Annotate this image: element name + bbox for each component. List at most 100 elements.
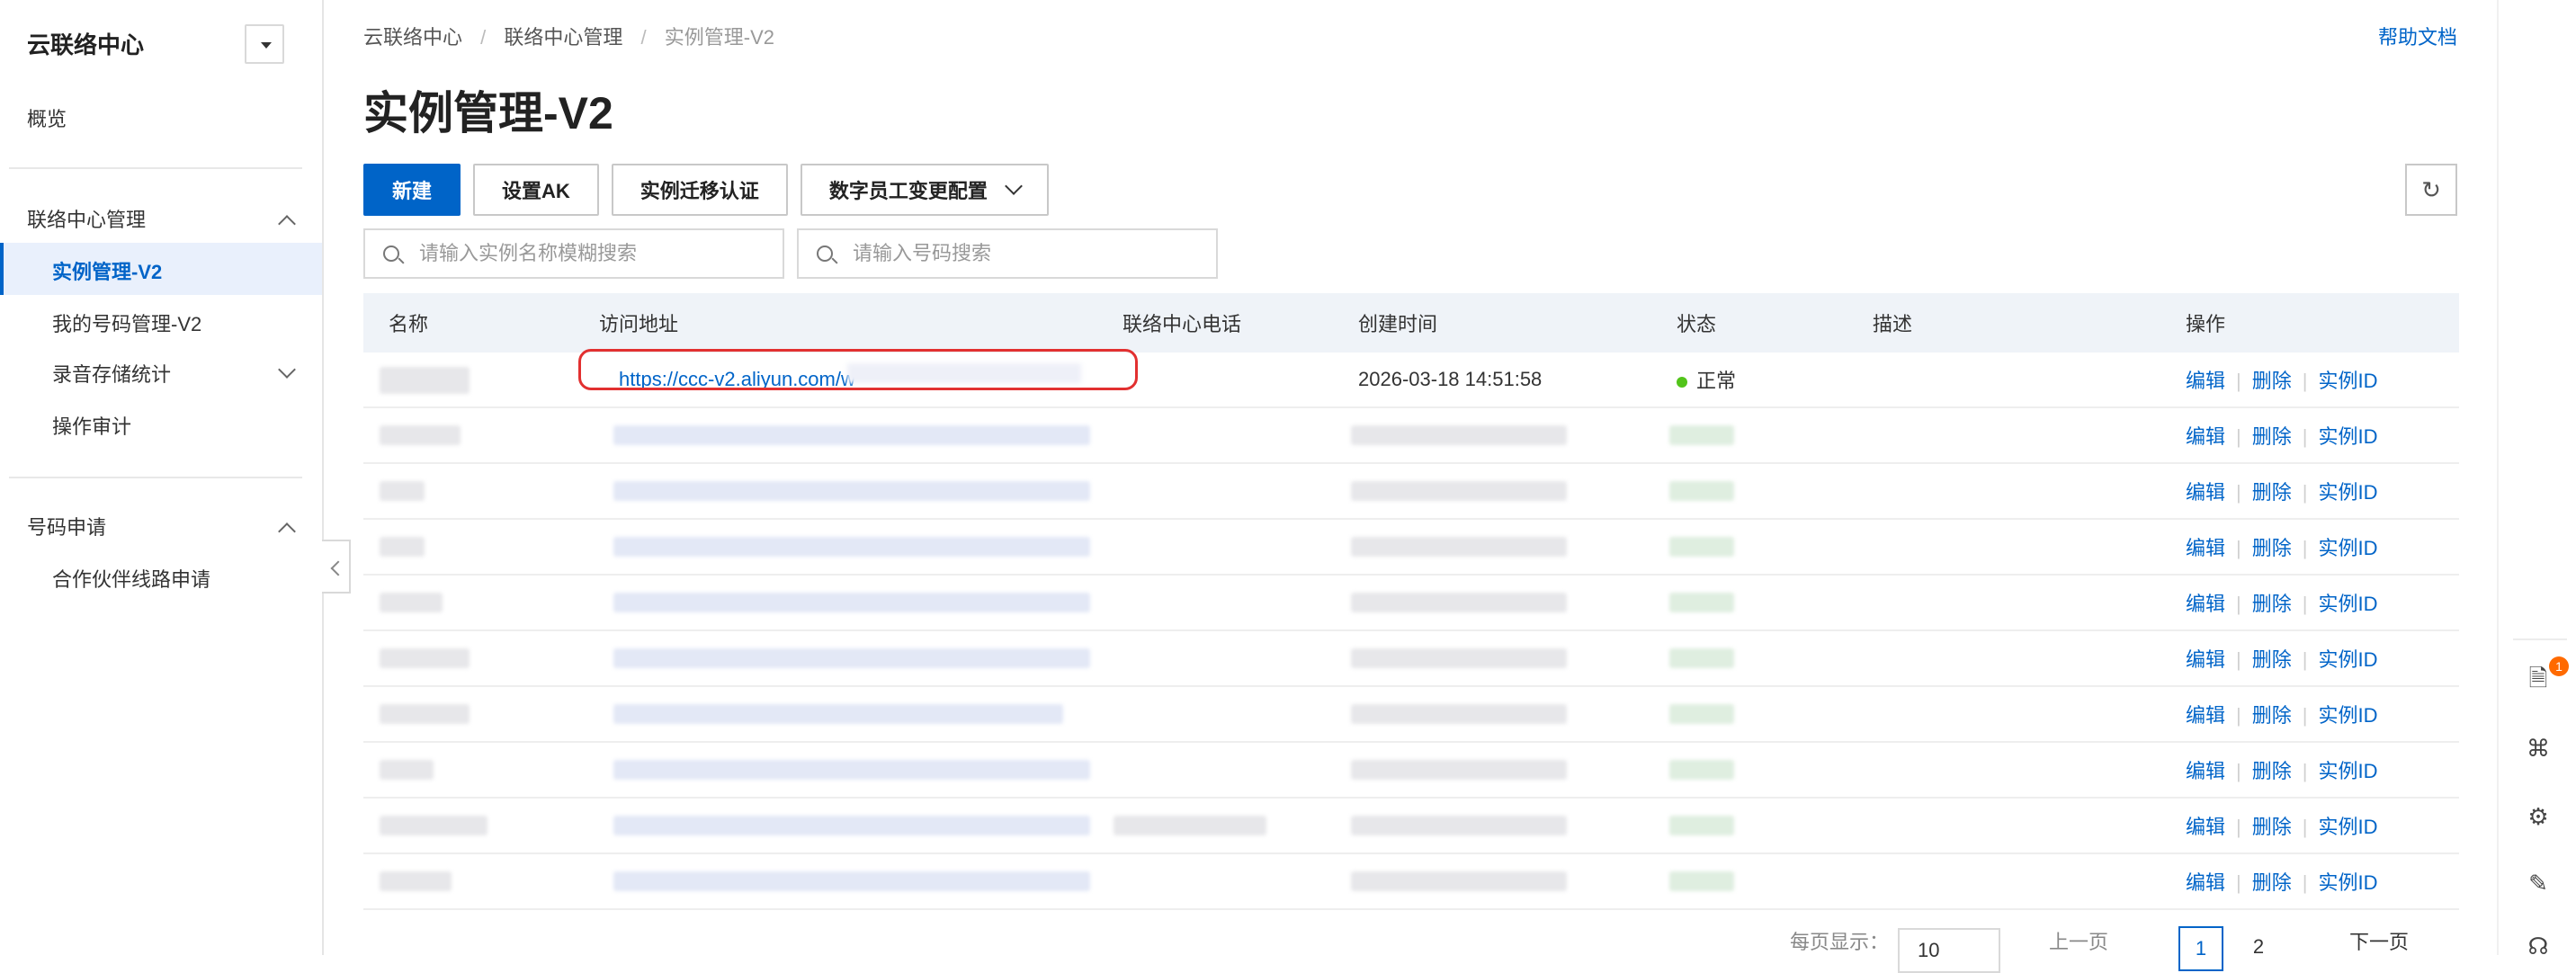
instance-id-link[interactable]: 实例ID [2318, 760, 2377, 782]
page-title: 实例管理-V2 [363, 88, 613, 138]
action-separator: | [2302, 593, 2308, 615]
refresh-button[interactable]: ↻ [2405, 164, 2457, 216]
edit-feedback-icon[interactable]: ✎ [2524, 869, 2553, 897]
prev-page-button[interactable]: 上一页 [2049, 926, 2108, 955]
redacted-status [1669, 760, 1734, 780]
edit-link[interactable]: 编辑 [2186, 871, 2225, 894]
next-page-button[interactable]: 下一页 [2349, 926, 2409, 955]
edit-link[interactable]: 编辑 [2186, 370, 2225, 392]
page-2-button[interactable]: 2 [2236, 926, 2281, 971]
instance-id-link[interactable]: 实例ID [2318, 481, 2377, 504]
row-actions: 编辑 | 删除 | 实例ID [2186, 811, 2377, 840]
ai-assistant-icon[interactable]: ⌘ [2524, 734, 2553, 763]
sidebar-group-contact-center[interactable]: 联络中心管理 [27, 207, 296, 234]
edit-link[interactable]: 编辑 [2186, 537, 2225, 559]
redacted-url [613, 871, 1090, 891]
table-row: 编辑 | 删除 | 实例ID [363, 576, 2459, 631]
edit-link[interactable]: 编辑 [2186, 481, 2225, 504]
instance-id-link[interactable]: 实例ID [2318, 648, 2377, 671]
page-1-button[interactable]: 1 [2178, 926, 2223, 971]
delete-link[interactable]: 删除 [2252, 425, 2292, 448]
sidebar-item-partner-line[interactable]: 合作伙伴线路申请 [52, 567, 210, 594]
instance-id-link[interactable]: 实例ID [2318, 425, 2377, 448]
edit-link[interactable]: 编辑 [2186, 760, 2225, 782]
redacted-name [380, 593, 443, 612]
phone-search-input[interactable] [853, 242, 1194, 265]
main-content: 云联络中心 / 联络中心管理 / 实例管理-V2 帮助文档 实例管理-V2 新建… [324, 0, 2497, 973]
delete-link[interactable]: 删除 [2252, 481, 2292, 504]
created-time: 2026-03-18 14:51:58 [1358, 368, 1543, 390]
delete-link[interactable]: 删除 [2252, 760, 2292, 782]
instance-id-link[interactable]: 实例ID [2318, 704, 2377, 727]
instance-id-link[interactable]: 实例ID [2318, 871, 2377, 894]
phone-search[interactable] [797, 228, 1218, 279]
chevron-down-icon [1004, 177, 1023, 195]
delete-link[interactable]: 删除 [2252, 871, 2292, 894]
action-separator: | [2236, 704, 2241, 727]
row-actions: 编辑 | 删除 | 实例ID [2186, 421, 2377, 450]
delete-link[interactable]: 删除 [2252, 370, 2292, 392]
per-page-select[interactable]: 10 [1898, 928, 2000, 973]
sidebar-item-recording-stats[interactable]: 录音存储统计 [52, 361, 296, 388]
sidebar-item-audit[interactable]: 操作审计 [52, 414, 131, 441]
gear-icon[interactable]: ⚙ [2524, 802, 2553, 831]
sidebar-divider [9, 167, 302, 169]
redacted-url [613, 816, 1090, 835]
column-header-status: 状态 [1677, 313, 1717, 335]
toolbar: 新建 设置AK 实例迁移认证 数字员工变更配置 [363, 164, 1049, 216]
redacted-url [613, 481, 1090, 501]
breadcrumb: 云联络中心 / 联络中心管理 / 实例管理-V2 [363, 22, 787, 50]
redacted-name [380, 648, 470, 668]
action-separator: | [2302, 871, 2308, 894]
edit-link[interactable]: 编辑 [2186, 425, 2225, 448]
edit-link[interactable]: 编辑 [2186, 816, 2225, 838]
instance-id-link[interactable]: 实例ID [2318, 816, 2377, 838]
right-tool-rail: 🗎 1 ⌘ ⚙ ✎ ☊ [2497, 0, 2576, 960]
per-page-label: 每页显示： [1790, 931, 1890, 953]
headset-icon[interactable]: ☊ [2524, 932, 2553, 960]
edit-link[interactable]: 编辑 [2186, 704, 2225, 727]
instance-name-search[interactable] [363, 228, 784, 279]
delete-link[interactable]: 删除 [2252, 704, 2292, 727]
instance-id-link[interactable]: 实例ID [2318, 370, 2377, 392]
table-row: 编辑 | 删除 | 实例ID [363, 799, 2459, 854]
status-text: 正常 [1696, 370, 1737, 392]
delete-link[interactable]: 删除 [2252, 537, 2292, 559]
digital-staff-config-dropdown[interactable]: 数字员工变更配置 [800, 164, 1049, 216]
redacted-status [1669, 816, 1734, 835]
help-docs-link[interactable]: 帮助文档 [2378, 22, 2457, 50]
table-row: 编辑 | 删除 | 实例ID [363, 631, 2459, 687]
action-separator: | [2302, 425, 2308, 448]
sidebar-item-instance-management[interactable]: 实例管理-V2 [52, 259, 162, 286]
breadcrumb-item[interactable]: 联络中心管理 [504, 26, 622, 49]
sidebar-item-overview[interactable]: 概览 [27, 106, 67, 133]
delete-link[interactable]: 删除 [2252, 816, 2292, 838]
new-button[interactable]: 新建 [363, 164, 461, 216]
action-separator: | [2302, 760, 2308, 782]
breadcrumb-item[interactable]: 云联络中心 [363, 26, 462, 49]
sidebar-group-number-apply[interactable]: 号码申请 [27, 514, 296, 541]
instance-name-search-input[interactable] [419, 242, 761, 265]
row-actions: 编辑 | 删除 | 实例ID [2186, 644, 2377, 673]
edit-link[interactable]: 编辑 [2186, 593, 2225, 615]
edit-link[interactable]: 编辑 [2186, 648, 2225, 671]
delete-link[interactable]: 删除 [2252, 648, 2292, 671]
table-row: 编辑 | 删除 | 实例ID [363, 687, 2459, 743]
sidebar-group-label: 号码申请 [27, 516, 107, 539]
set-ak-button[interactable]: 设置AK [473, 164, 599, 216]
sidebar-item-my-numbers[interactable]: 我的号码管理-V2 [52, 311, 201, 338]
instance-id-link[interactable]: 实例ID [2318, 537, 2377, 559]
refresh-icon: ↻ [2421, 176, 2441, 203]
action-separator: | [2236, 425, 2241, 448]
instance-id-link[interactable]: 实例ID [2318, 593, 2377, 615]
action-separator: | [2236, 593, 2241, 615]
notification-badge: 1 [2549, 656, 2569, 676]
sidebar-header: 云联络中心 [27, 24, 311, 64]
product-switch-dropdown[interactable] [245, 24, 284, 64]
migrate-auth-button[interactable]: 实例迁移认证 [611, 164, 788, 216]
redacted-time [1351, 481, 1567, 501]
redacted-time [1351, 760, 1567, 780]
action-separator: | [2302, 481, 2308, 504]
delete-link[interactable]: 删除 [2252, 593, 2292, 615]
breadcrumb-current: 实例管理-V2 [664, 26, 775, 49]
